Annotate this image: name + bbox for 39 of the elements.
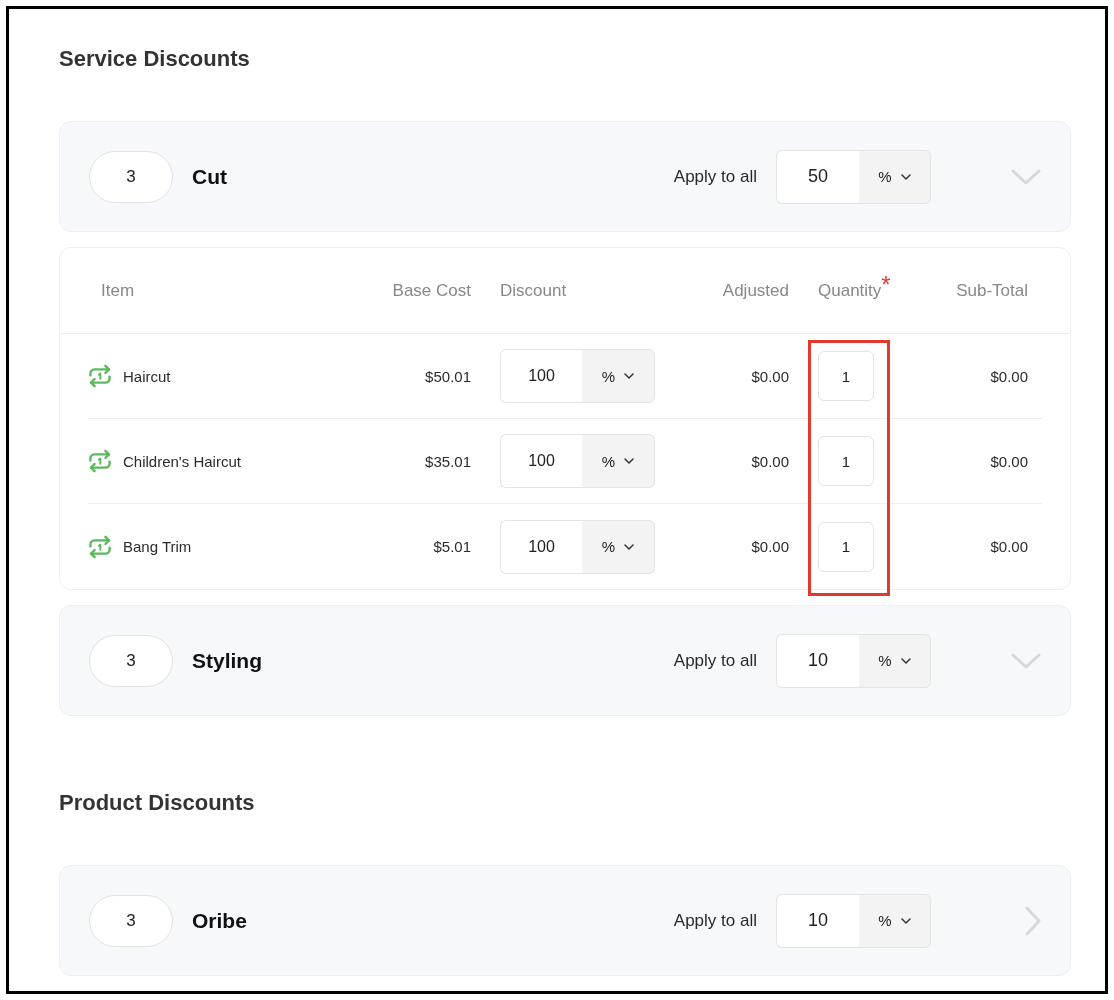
count-pill: 3 [89,150,173,203]
base-cost: $5.01 [433,538,471,555]
count-pill: 3 [89,634,173,687]
apply-label: Apply to all [673,650,757,671]
subtotal: $0.00 [990,452,1028,470]
category-name: Cut [192,164,227,189]
category-name: Styling [192,648,262,673]
repeat-icon [88,364,112,388]
subtotal: $0.00 [990,538,1028,555]
repeat-icon [88,449,112,473]
count-pill: 3 [89,894,173,947]
section-title: Product Discounts [59,790,256,816]
column-header: Quantity [818,280,882,301]
base-cost: $35.01 [425,452,471,470]
subtotal: $0.00 [990,367,1028,385]
category-name: Oribe [192,908,247,933]
column-header: Adjusted [722,280,789,301]
chevron-down-icon[interactable] [1011,652,1041,669]
chevron-right-icon[interactable] [1025,905,1041,936]
adjusted-price: $0.00 [751,452,789,470]
quantity-input[interactable]: 1 [818,351,874,401]
required-mark: * [881,272,891,297]
repeat-icon [88,534,112,559]
apply-label: Apply to all [673,910,757,931]
apply-label: Apply to all [673,166,757,187]
column-header: Item [101,280,135,301]
adjusted-price: $0.00 [751,538,789,555]
item-name: Bang Trim [123,538,192,555]
column-header: Discount [500,280,567,301]
base-cost: $50.01 [425,367,471,385]
quantity-input[interactable]: 1 [818,436,874,486]
item-name: Haircut [123,367,171,385]
column-header: Base Cost [392,280,471,301]
chevron-down-icon[interactable] [1011,168,1041,185]
column-header: Sub-Total [956,280,1028,301]
quantity-input[interactable]: 1 [818,521,874,572]
item-name: Children's Haircut [123,452,241,470]
section-title: Service Discounts [59,46,251,72]
adjusted-price: $0.00 [751,367,789,385]
